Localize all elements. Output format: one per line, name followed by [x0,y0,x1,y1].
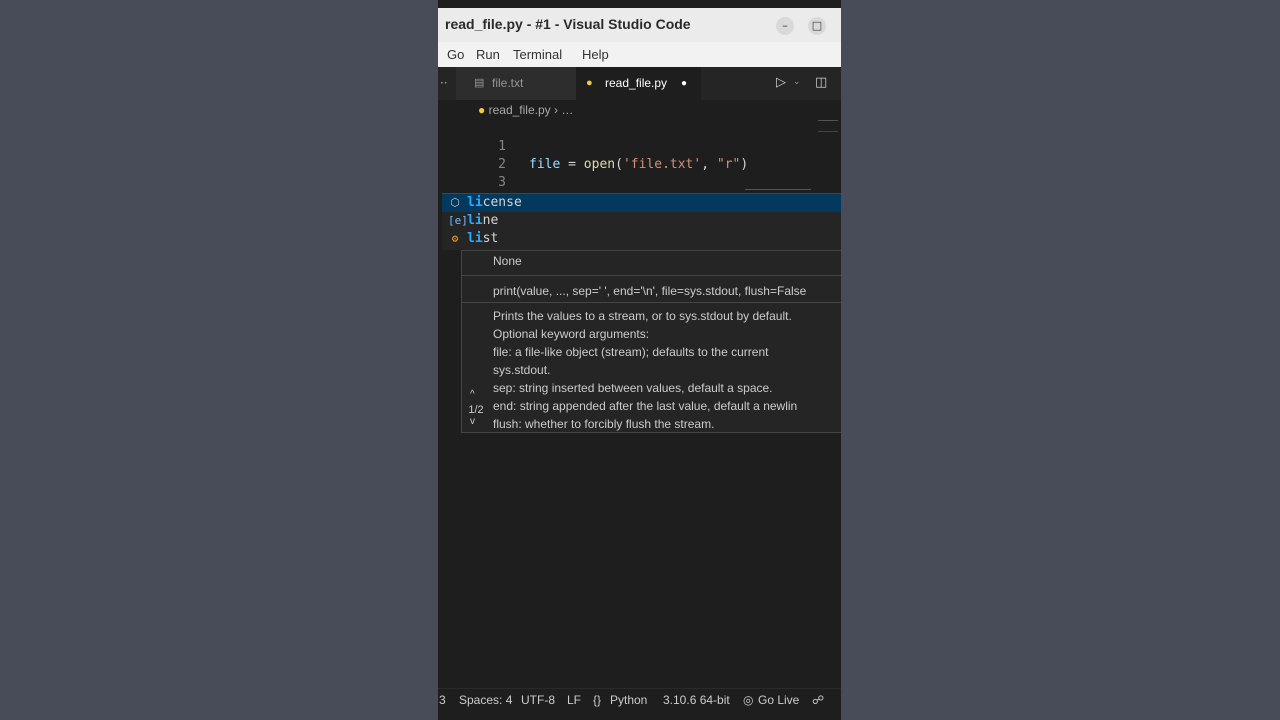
chevron-up-icon[interactable]: ^ [470,389,475,400]
code-line[interactable]: 1 file = open('file.txt', "r") [438,120,841,172]
menu-bar: Go Run Terminal Help [438,42,841,67]
background-left [0,0,438,720]
background-right [841,0,1280,720]
class-icon: ⚙ [451,232,459,245]
unsaved-dot-icon[interactable]: ● [681,67,687,100]
vscode-window: read_file.py - #1 - Visual Studio Code –… [438,0,841,720]
suggestion-label: license [467,195,522,210]
tab-file-txt[interactable]: ▤ file.txt [456,67,576,100]
divider [462,302,841,303]
variable-icon: [e] [448,214,468,227]
braces-icon: {} [593,693,602,707]
python-icon: ● [586,77,593,89]
status-golive[interactable]: Go Live [758,693,799,707]
doc-line: end: string appended after the last valu… [493,399,798,413]
suggestion-item[interactable]: ⬡ license [442,194,841,212]
suggestion-label: list [467,231,499,246]
feedback-icon[interactable]: ☍ [812,693,824,707]
breadcrumb-rest[interactable]: … [561,103,573,117]
menu-help[interactable]: Help [582,47,609,62]
menu-terminal[interactable]: Terminal [513,47,562,62]
menu-go[interactable]: Go [447,47,464,62]
tab-label: file.txt [492,76,524,90]
doc-line: flush: whether to forcibly flush the str… [493,417,715,431]
doc-line: file: a file-like object (stream); defau… [493,345,769,359]
tab-label: read_file.py [605,76,668,90]
code-line[interactable]: 3 for line in file.readlines(): [438,156,841,208]
split-editor-icon[interactable]: ◫ [815,75,827,90]
status-language[interactable]: Python [610,693,647,707]
broadcast-icon: ◎ [743,693,754,707]
signature: print(value, ..., sep=' ', end='\n', fil… [493,284,807,298]
more-icon[interactable]: ·· [440,76,448,90]
menu-run[interactable]: Run [476,47,500,62]
divider [745,189,811,190]
return-type: None [493,254,522,268]
title-bar: read_file.py - #1 - Visual Studio Code –… [438,8,841,42]
file-icon: ▤ [474,77,485,89]
suggestion-item[interactable]: ⚙ list [442,230,841,248]
divider [462,275,841,276]
minimize-icon[interactable]: – [776,17,794,35]
suggestion-widget: ⬡ license [e] line ⚙ list [442,193,841,250]
overload-counter: 1/2 [468,404,484,416]
tab-bar: ·· ▤ file.txt ● read_file.py ● ▷ ⌄ ◫ [438,67,841,100]
run-icon[interactable]: ▷ [776,75,786,90]
breadcrumb: ● read_file.py › … [478,103,573,117]
doc-line: sep: string inserted between values, def… [493,381,773,395]
tab-read-file-py[interactable]: ● read_file.py ● [576,67,701,100]
doc-line: sys.stdout. [493,363,551,377]
code-line[interactable]: 2 [438,138,841,172]
status-bar: 3 Spaces: 4 UTF-8 LF {} Python 3.10.6 64… [438,688,841,713]
module-icon: ⬡ [450,196,460,209]
chevron-down-icon[interactable]: v [470,416,475,427]
doc-line: Optional keyword arguments: [493,327,650,341]
suggestion-item[interactable]: [e] line [442,212,841,230]
suggestion-label: line [467,213,499,228]
python-icon: ● [478,103,486,117]
hover-widget: None print(value, ..., sep=' ', end='\n'… [461,250,841,433]
status-position[interactable]: 3 [439,693,446,707]
status-interpreter[interactable]: 3.10.6 64-bit [663,693,730,707]
status-spaces[interactable]: Spaces: 4 [459,693,512,707]
chevron-down-icon[interactable]: ⌄ [793,77,801,87]
breadcrumb-file[interactable]: read_file.py [489,103,551,117]
status-eol[interactable]: LF [567,693,581,707]
doc-line: Prints the values to a stream, or to sys… [493,309,792,323]
minimap[interactable] [818,120,838,132]
window-title: read_file.py - #1 - Visual Studio Code [445,16,691,32]
maximize-icon[interactable]: □ [808,17,826,35]
status-encoding[interactable]: UTF-8 [521,693,555,707]
